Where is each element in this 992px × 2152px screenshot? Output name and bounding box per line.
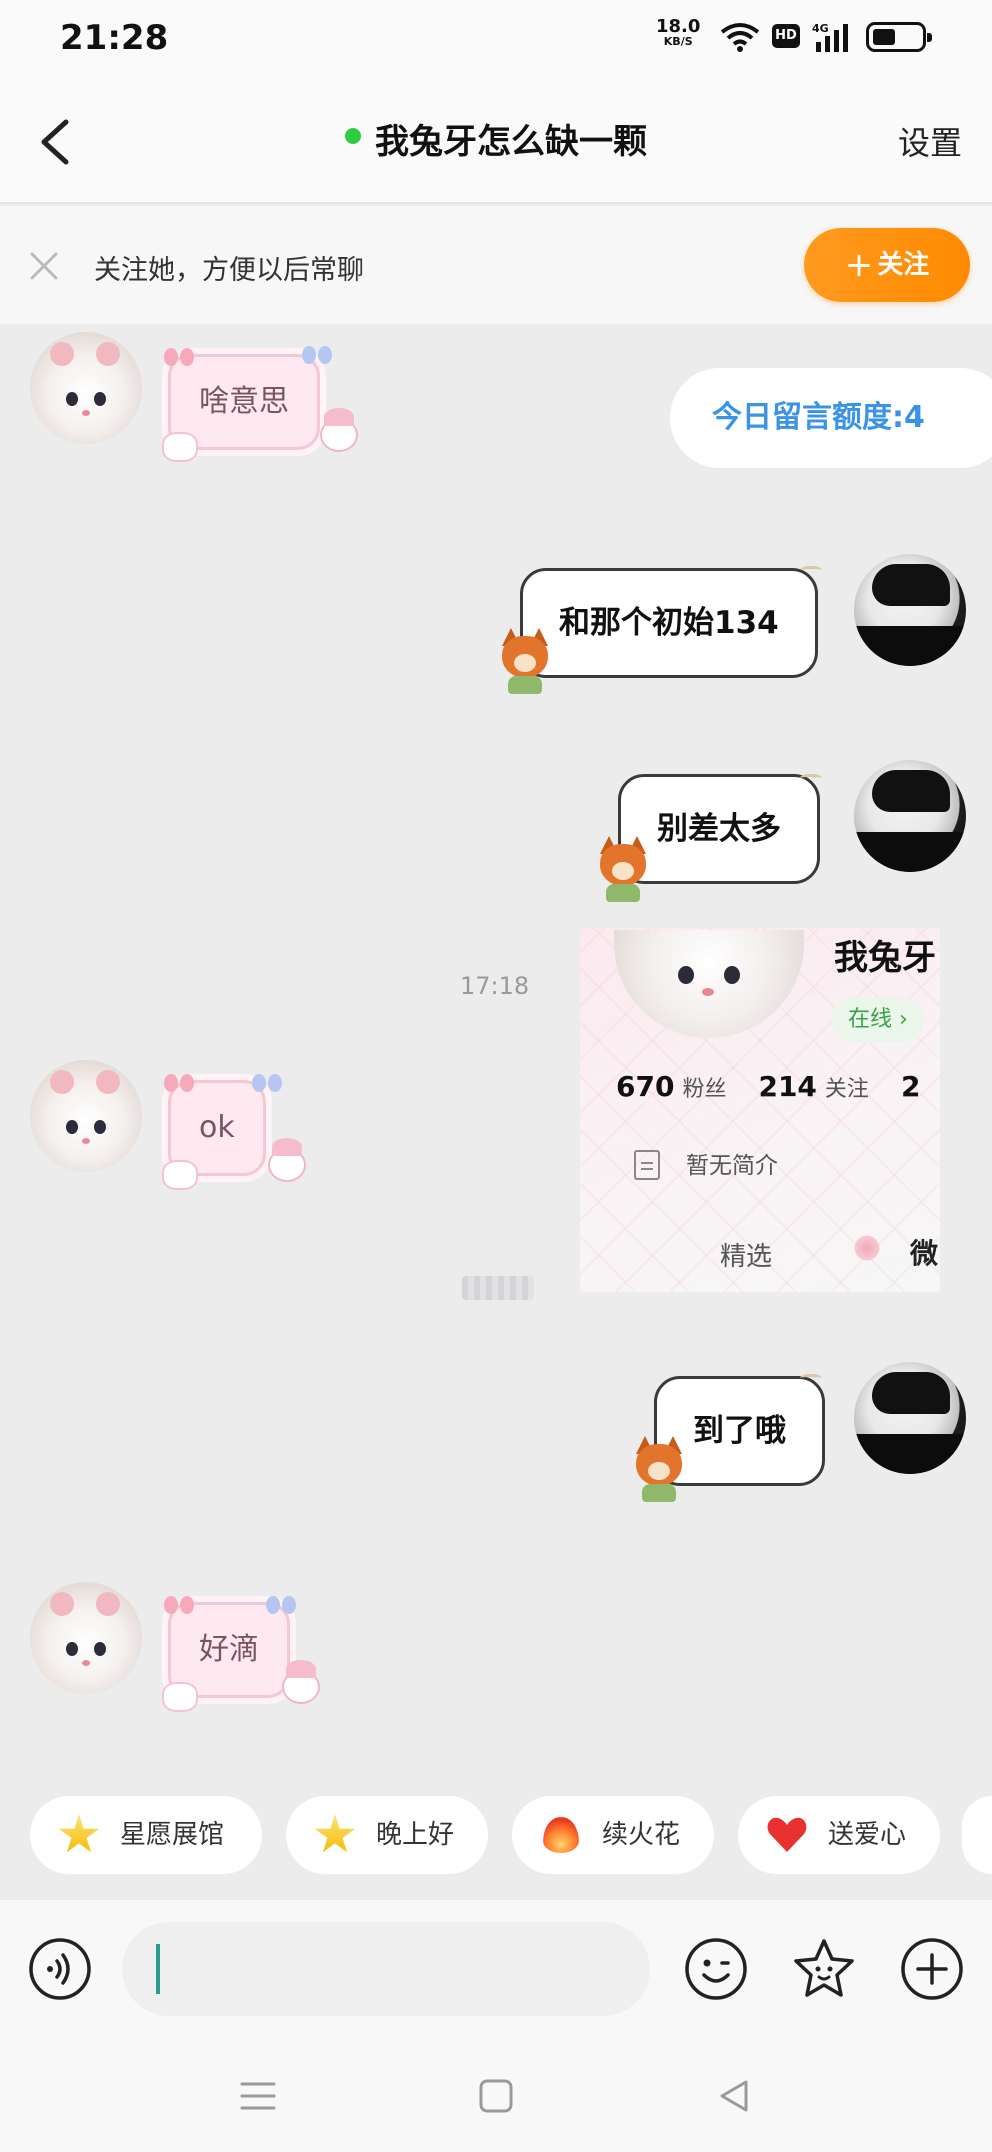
quick-action-good-evening[interactable]: 晚上好 xyxy=(286,1796,488,1874)
blurred-label xyxy=(462,1276,534,1300)
svg-text:4G: 4G xyxy=(812,22,829,35)
heart-decoration xyxy=(162,432,198,462)
profile-card-bio: 暂无简介 xyxy=(686,1153,778,1179)
bow-decoration xyxy=(252,1074,282,1092)
input-bar xyxy=(0,1900,992,2038)
fox-sticker-icon xyxy=(496,628,554,694)
rose-icon xyxy=(852,1234,882,1262)
fans-count: 670 xyxy=(616,1070,675,1103)
bow-decoration xyxy=(266,1596,296,1614)
voice-icon[interactable] xyxy=(28,1937,92,2001)
melody-sticker-icon xyxy=(264,1138,310,1188)
sparkle-decoration xyxy=(800,566,822,574)
shared-profile-card[interactable]: 我兔牙 在线 › 670 粉丝 214 关注 2 暂无简介 精选 微 xyxy=(580,928,940,1292)
message-bubble-outgoing[interactable]: 和那个初始134 xyxy=(520,568,818,678)
profile-card-online-badge: 在线 › xyxy=(832,998,924,1042)
quick-action-label: 送爱心 xyxy=(828,1820,907,1850)
follow-banner: 关注她，方便以后常聊 + 关注 xyxy=(0,206,992,324)
profile-card-tab-featured: 精选 xyxy=(720,1242,773,1272)
follow-button[interactable]: + 关注 xyxy=(804,228,970,302)
system-nav-bar xyxy=(0,2038,992,2152)
quick-action-spark[interactable]: 续火花 xyxy=(512,1796,714,1874)
bow-decoration xyxy=(302,346,332,364)
sparkle-decoration xyxy=(800,1374,822,1382)
hd-icon: HD xyxy=(772,24,800,48)
message-input[interactable] xyxy=(122,1922,650,2016)
chat-title[interactable]: 我兔牙怎么缺一颗 xyxy=(375,122,647,162)
contact-avatar[interactable] xyxy=(30,1060,142,1172)
status-bar: 21:28 18.0 KB/S HD 4G xyxy=(0,0,992,78)
plus-icon: + xyxy=(844,245,874,285)
network-speed-unit: KB/S xyxy=(663,35,693,48)
quick-action-overflow[interactable] xyxy=(962,1796,992,1874)
melody-sticker-icon xyxy=(278,1660,324,1710)
message-quota-pill[interactable]: 今日留言额度:4 xyxy=(670,368,992,468)
message-timestamp: 17:18 xyxy=(460,972,530,1000)
menu-icon[interactable] xyxy=(236,2074,280,2118)
network-speed-value: 18.0 xyxy=(656,16,701,37)
fox-sticker-icon xyxy=(630,1436,688,1502)
quick-actions-row: 星愿展馆 晚上好 续火花 送爱心 xyxy=(0,1796,992,1876)
quick-action-label: 晚上好 xyxy=(376,1820,455,1850)
star-icon xyxy=(314,1814,356,1853)
online-status-dot xyxy=(345,127,361,144)
flame-icon xyxy=(543,1817,579,1853)
signal-icon: 4G xyxy=(812,22,848,52)
profile-card-tab-partial: 微 xyxy=(910,1237,939,1270)
chat-header: 我兔牙怎么缺一颗 设置 xyxy=(0,78,992,204)
bow-decoration xyxy=(164,348,194,366)
third-stat-count: 2 xyxy=(900,1070,921,1103)
contact-avatar[interactable] xyxy=(30,332,142,444)
sparkle-decoration xyxy=(800,774,822,782)
profile-card-name: 我兔牙 xyxy=(834,938,936,978)
text-caret xyxy=(156,1944,160,1994)
follow-prompt-text: 关注她，方便以后常聊 xyxy=(94,255,364,286)
sticker-star-icon[interactable] xyxy=(792,1937,856,2001)
settings-button[interactable]: 设置 xyxy=(898,118,962,164)
battery-icon xyxy=(866,22,932,52)
heart-decoration xyxy=(162,1160,198,1190)
wifi-icon xyxy=(720,23,760,52)
emoji-icon[interactable] xyxy=(684,1937,748,2001)
bow-decoration xyxy=(164,1074,194,1092)
profile-card-avatar xyxy=(614,930,804,1038)
following-count: 214 xyxy=(758,1070,817,1103)
chat-title-wrap: 我兔牙怎么缺一颗 xyxy=(0,114,992,163)
status-time: 21:28 xyxy=(60,18,169,58)
plus-circle-icon[interactable] xyxy=(900,1937,964,2001)
bow-decoration xyxy=(164,1596,194,1614)
heart-icon xyxy=(766,1814,808,1856)
quick-action-label: 星愿展馆 xyxy=(120,1820,225,1850)
star-icon xyxy=(58,1814,100,1853)
following-label: 关注 xyxy=(824,1077,869,1102)
quick-action-xingyuan[interactable]: 星愿展馆 xyxy=(30,1796,262,1874)
melody-sticker-icon xyxy=(316,408,362,458)
my-avatar[interactable] xyxy=(854,554,966,666)
home-square-icon[interactable] xyxy=(474,2074,518,2118)
close-icon[interactable] xyxy=(26,248,62,284)
heart-decoration xyxy=(162,1682,198,1712)
network-speed: 18.0 KB/S xyxy=(656,18,700,48)
my-avatar[interactable] xyxy=(854,1362,966,1474)
back-triangle-icon[interactable] xyxy=(712,2074,756,2118)
document-icon xyxy=(634,1150,660,1180)
profile-card-stats: 670 粉丝 214 关注 2 xyxy=(616,1070,920,1103)
fox-sticker-icon xyxy=(594,836,652,902)
quick-action-label: 续火花 xyxy=(602,1820,681,1850)
quick-action-send-heart[interactable]: 送爱心 xyxy=(738,1796,940,1874)
follow-button-label: 关注 xyxy=(877,250,930,280)
contact-avatar[interactable] xyxy=(30,1582,142,1694)
message-list[interactable]: 啥意思 今日留言额度:4 和那个初始134 别差太多 17:18 我兔牙 在线 … xyxy=(0,324,992,1792)
fans-label: 粉丝 xyxy=(682,1077,727,1102)
my-avatar[interactable] xyxy=(854,760,966,872)
